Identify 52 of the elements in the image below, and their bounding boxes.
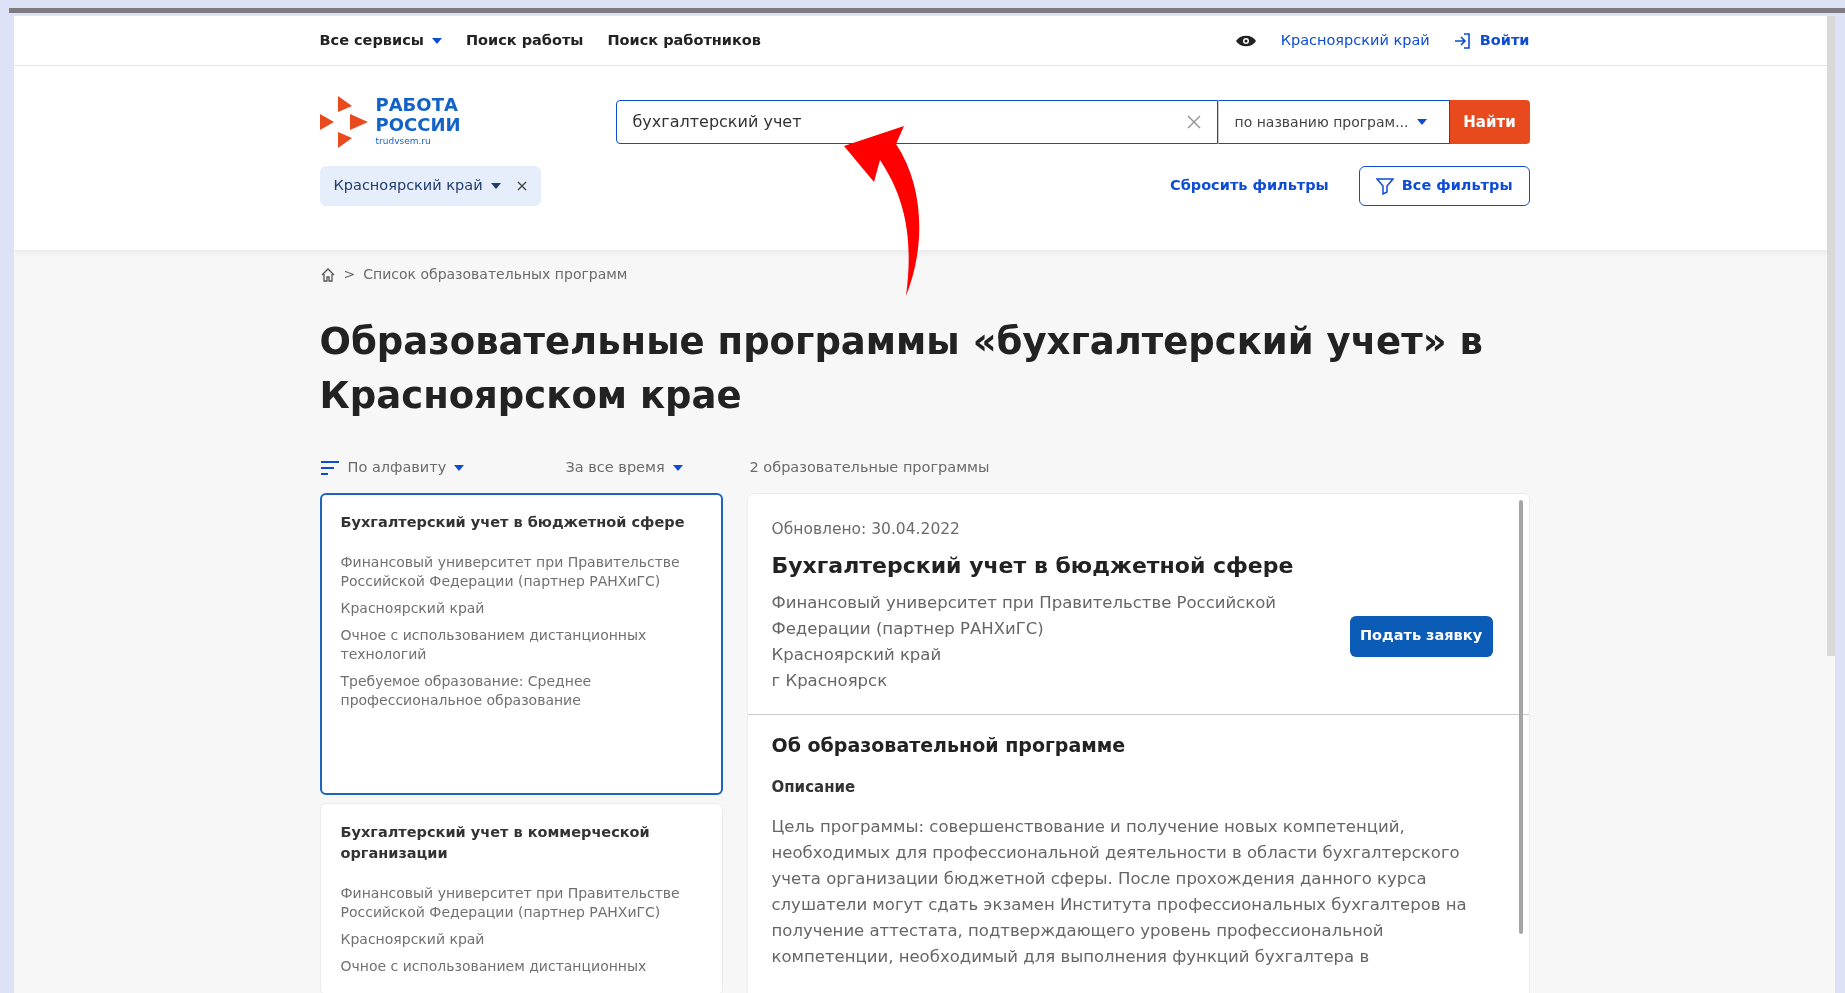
subsection-heading: Описание [771, 776, 857, 798]
breadcrumb-link[interactable]: Список образовательных программ [363, 264, 628, 285]
program-title: Бухгалтерский учет в коммерческой организации [340, 822, 651, 863]
period-dropdown[interactable]: За все время [565, 457, 750, 479]
program-detail: Красноярский край [340, 929, 486, 949]
login-icon [1453, 31, 1472, 50]
scrollbar-thumb[interactable] [1518, 499, 1523, 934]
home-icon[interactable] [319, 266, 336, 283]
caret-icon [454, 464, 465, 471]
close-icon[interactable] [516, 181, 527, 191]
program-detail: Красноярский край [340, 598, 486, 618]
search-field[interactable]: бухгалтерский учет [615, 100, 1218, 144]
updated-date: Обновлено: 30.04.2022 [771, 518, 961, 540]
login-button[interactable]: Войти [1453, 29, 1530, 52]
search-button[interactable]: Найти [1449, 100, 1530, 144]
search-input[interactable]: бухгалтерский учет [616, 110, 1187, 134]
eye-icon[interactable] [1234, 33, 1257, 48]
region-link[interactable]: Красноярский край [1280, 29, 1430, 52]
results-count: 2 образовательные программы [749, 458, 990, 477]
breadcrumb-separator: > [343, 265, 356, 284]
program-detail: Финансовый университет при Правительстве Российской Федерации (партнер РАНХиГС) [340, 552, 681, 591]
page-scrollbar[interactable] [1827, 16, 1835, 656]
filter-chip[interactable]: Красноярский край [319, 166, 541, 206]
program-title: Бухгалтерский учет в бюджетной сфере [340, 512, 686, 532]
program-info: Финансовый университет при Правительстве Российской Федерации (партнер РАНХиГС) [771, 592, 1278, 640]
program-detail: Очное с использованием дистанционных [340, 956, 648, 976]
caret-icon [490, 183, 501, 189]
site-logo[interactable]: РАБОТА РОССИИ trudvsem.ru [319, 94, 572, 150]
program-info: г Красноярск [771, 670, 889, 692]
caret-icon [1416, 119, 1427, 125]
program-heading: Бухгалтерский учет в бюджетной сфере [771, 552, 1295, 580]
program-card[interactable] [319, 492, 723, 795]
program-card[interactable]: Бухгалтерский учет в коммерческой организации Финансовый университет при Правительстве Российской Федерации (партнер РАНХиГС) Красноярский край Очное с использованием дистанционных [319, 802, 723, 993]
sort-icon [319, 460, 340, 475]
filter-icon [1375, 177, 1394, 195]
program-detail: Очное с использованием дистанционных технологий [340, 625, 648, 664]
nav-link[interactable]: Поиск работников [607, 29, 761, 52]
section-heading: Об образовательной программе [771, 733, 1127, 758]
program-description: Цель программы: совершенствование и получение новых компетенций, необходимых для профессиональной деятельности в области бухгалтерского учета организации бюджетной сферы. После прохождения данного курса слушатели могут сдать экзамен Института профессиональных бухгалтеров на получение аттестата, подтверждающего уровень профессиональной компетенции, необходимый для выполнения функций бухгалтера в [771, 816, 1468, 968]
search-mode-dropdown[interactable]: по названию програм... [1217, 100, 1450, 144]
page-title: Образовательные программы «бухгалтерский учет» в Красноярском крае [319, 319, 1484, 419]
apply-button[interactable]: Подать заявку [1349, 615, 1493, 657]
nav-link[interactable]: Поиск работы [465, 29, 584, 52]
caret-icon [672, 464, 683, 471]
program-detail: Требуемое образование: Среднее профессиональное образование [340, 671, 593, 710]
clear-icon[interactable] [1186, 115, 1201, 129]
all-filters-button[interactable]: Все фильтры [1358, 166, 1530, 206]
program-info: Красноярский край [771, 644, 943, 666]
nav-link[interactable]: Все сервисы [319, 29, 442, 52]
sort-dropdown[interactable]: По алфавиту [319, 457, 566, 479]
program-detail: Финансовый университет при Правительстве Российской Федерации (партнер РАНХиГС) [340, 883, 681, 922]
reset-filters-link[interactable]: Сбросить фильтры [1164, 174, 1335, 198]
